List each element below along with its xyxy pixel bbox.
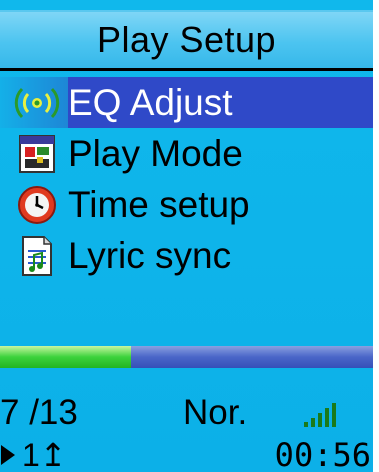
play-setup-menu: EQ Adjust Play Mode Time setup Lyric syn… — [0, 77, 373, 281]
volume-bars-icon — [302, 402, 346, 428]
repeat-indicator: 1↥ — [22, 437, 67, 472]
menu-item-eq-adjust[interactable]: EQ Adjust — [0, 77, 373, 128]
lyric-document-icon — [12, 233, 62, 279]
menu-item-label: EQ Adjust — [68, 81, 233, 123]
player-screen: Play Setup EQ Adjust Play Mode Time setu… — [0, 0, 379, 472]
page-title: Play Setup — [96, 19, 277, 60]
screen-edge — [373, 0, 379, 472]
menu-item-play-mode[interactable]: Play Mode — [0, 128, 373, 179]
elapsed-time: 00:56 — [274, 436, 371, 472]
progress-bar[interactable] — [0, 346, 373, 368]
progress-fill — [0, 346, 131, 368]
play-icon — [0, 444, 16, 466]
menu-item-lyric-sync[interactable]: Lyric sync — [0, 230, 373, 281]
title-bar: Play Setup — [0, 10, 373, 68]
title-divider — [0, 68, 373, 71]
menu-item-time-setup[interactable]: Time setup — [0, 179, 373, 230]
clock-icon — [12, 182, 62, 228]
menu-item-label: Play Mode — [68, 132, 243, 174]
play-mode-indicator: Nor. — [183, 393, 248, 432]
menu-item-label: Lyric sync — [68, 234, 232, 276]
menu-item-label: Time setup — [68, 183, 250, 225]
track-counter: 7 /13 — [0, 393, 78, 432]
equalizer-icon — [12, 80, 62, 126]
play-mode-icon — [12, 131, 62, 177]
